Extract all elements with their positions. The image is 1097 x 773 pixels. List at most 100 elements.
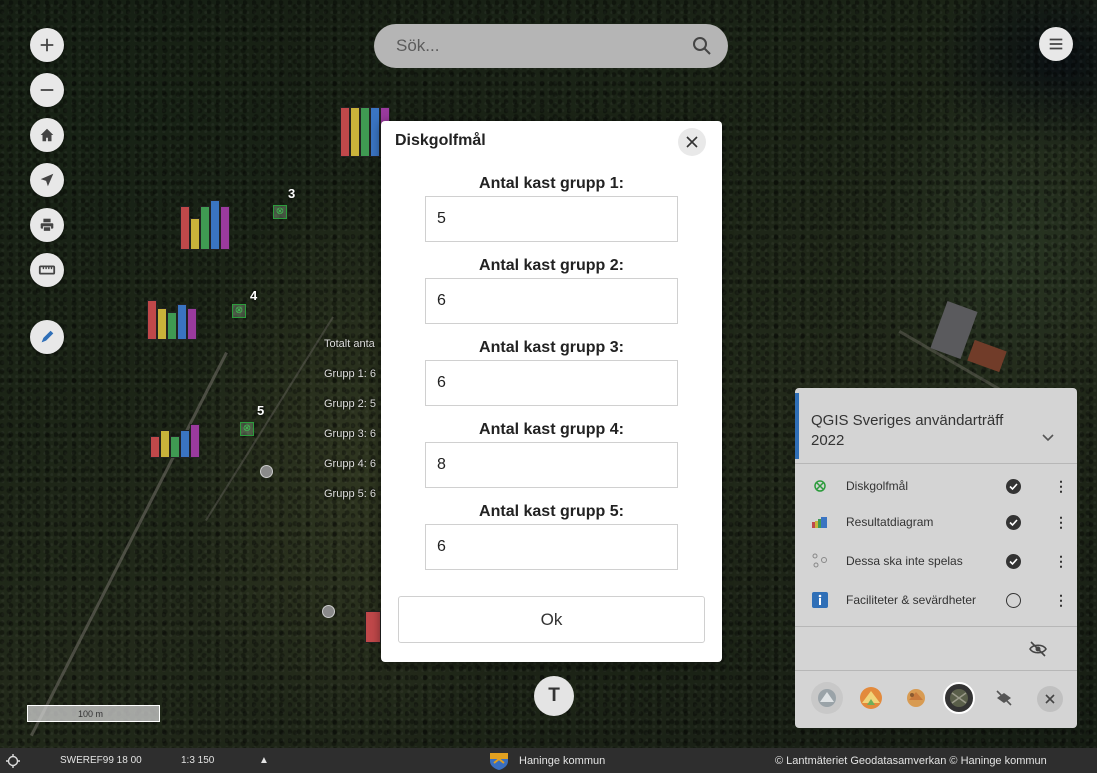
throws-group-3-input[interactable] [425, 360, 678, 406]
projection-label[interactable]: SWEREF99 18 00 [60, 748, 142, 773]
visibility-checked-icon[interactable] [1006, 514, 1021, 530]
draw-button[interactable] [30, 320, 64, 354]
background-map-switcher [795, 672, 1077, 728]
throws-group-2-input[interactable] [425, 278, 678, 324]
layer-options-icon[interactable]: ⋮ [1054, 592, 1068, 609]
locate-button[interactable] [30, 163, 64, 197]
chevron-down-icon[interactable] [1041, 430, 1055, 444]
hole-number: 4 [250, 288, 258, 303]
text-tool-button[interactable]: T [534, 676, 574, 716]
close-dialog-button[interactable] [678, 128, 706, 156]
inactive-target-icon[interactable] [260, 465, 273, 478]
info-icon [812, 592, 828, 608]
chart-bar [365, 611, 381, 643]
search-bar[interactable] [374, 24, 728, 68]
disc-golf-target-icon[interactable]: ⊗ [232, 304, 246, 318]
scale-bar: 100 m [27, 705, 160, 722]
map-scale-label[interactable]: 1:3 150 [181, 748, 214, 773]
chart-bar [190, 424, 200, 458]
layer-options-icon[interactable]: ⋮ [1054, 478, 1068, 495]
chart-bar [160, 430, 170, 458]
close-panel-button[interactable] [1037, 686, 1063, 712]
chart-bar [340, 107, 350, 157]
layer-name: Faciliteter & sevärdheter [846, 593, 977, 607]
measure-button[interactable] [30, 253, 64, 287]
disc-golf-target-icon[interactable]: ⊗ [240, 422, 254, 436]
background-map-color-icon[interactable] [855, 682, 887, 714]
zoom-out-icon [40, 89, 54, 91]
disc-golf-target-icon[interactable]: ⊗ [273, 205, 287, 219]
main-menu-button[interactable] [1039, 27, 1073, 61]
chart-bar [150, 436, 160, 458]
throws-group-4-input[interactable] [425, 442, 678, 488]
close-icon [686, 136, 698, 148]
background-map-orthophoto-icon[interactable] [943, 682, 975, 714]
layer-options-icon[interactable]: ⋮ [1054, 553, 1068, 570]
visibility-checked-icon[interactable] [1006, 478, 1021, 494]
visibility-checked-icon[interactable] [1006, 553, 1021, 569]
ok-button[interactable]: Ok [398, 596, 705, 643]
expand-status-icon[interactable]: ▲ [259, 748, 269, 773]
search-icon[interactable] [692, 36, 712, 56]
result-chart-marker[interactable] [180, 200, 230, 250]
inactive-targets-icon [812, 553, 828, 569]
home-button[interactable] [30, 118, 64, 152]
chart-bar [180, 206, 190, 250]
result-chart-marker[interactable] [150, 424, 200, 458]
chart-bar [200, 206, 210, 250]
coat-of-arms-icon [490, 752, 508, 770]
field-label-group-3: Antal kast grupp 3: [479, 339, 624, 356]
attribution-text: © Lantmäteriet Geodatasamverkan © Haning… [775, 754, 1047, 767]
result-chart-marker[interactable] [147, 300, 197, 340]
municipality-name[interactable]: Haninge kommun [519, 748, 605, 773]
layer-options-icon[interactable]: ⋮ [1054, 514, 1068, 531]
chart-bar [157, 308, 167, 340]
zoom-out-button[interactable] [30, 73, 64, 107]
close-icon [1045, 694, 1055, 704]
zoom-in-icon [40, 38, 54, 52]
background-map-grey-icon[interactable] [811, 682, 843, 714]
chart-bar [210, 200, 220, 250]
zoom-in-button[interactable] [30, 28, 64, 62]
layer-group-header[interactable]: QGIS Sveriges användarträff 2022 [795, 388, 1077, 463]
inactive-target-icon[interactable] [322, 605, 335, 618]
background-map-historic-icon[interactable] [900, 682, 932, 714]
result-label: Grupp 2: 5 [324, 398, 376, 410]
hide-all-layers-icon[interactable] [1028, 640, 1048, 658]
hamburger-icon [1049, 38, 1063, 50]
throws-group-1-input[interactable] [425, 196, 678, 242]
chart-bar [190, 218, 200, 250]
layer-row[interactable]: Resultatdiagram ⋮ [795, 504, 1077, 540]
search-input[interactable] [394, 35, 692, 57]
background-map-none-icon[interactable] [988, 682, 1020, 714]
locate-icon [40, 173, 54, 187]
result-label: Grupp 1: 6 [324, 368, 376, 380]
layer-row[interactable]: Faciliteter & sevärdheter ⋮ [795, 582, 1077, 618]
chart-bar [180, 430, 190, 458]
crosshair-icon[interactable] [6, 748, 20, 773]
bar-chart-icon [812, 514, 828, 530]
result-label: Grupp 3: 6 [324, 428, 376, 440]
hole-number: 3 [288, 186, 296, 201]
visibility-unchecked-icon[interactable] [1006, 592, 1021, 608]
divider [795, 626, 1077, 627]
scale-label: 100 m [78, 708, 104, 719]
result-label: Grupp 4: 6 [324, 458, 376, 470]
chart-bar [177, 304, 187, 340]
chart-bar [350, 107, 360, 157]
dialog-title: Diskgolfmål [395, 132, 486, 149]
layer-group-title: QGIS Sveriges användarträff 2022 [811, 412, 1004, 449]
layer-row[interactable]: Dessa ska inte spelas ⋮ [795, 543, 1077, 579]
throws-group-5-input[interactable] [425, 524, 678, 570]
chart-bar [170, 436, 180, 458]
measure-icon [38, 265, 56, 275]
divider [795, 670, 1077, 671]
chart-bar [187, 308, 197, 340]
status-bar: SWEREF99 18 00 1:3 150 ▲ Haninge kommun … [0, 748, 1097, 773]
home-icon [40, 128, 54, 142]
print-button[interactable] [30, 208, 64, 242]
layer-row[interactable]: Diskgolfmål ⋮ [795, 468, 1077, 504]
chart-bar [167, 312, 177, 340]
hole-number: 5 [257, 403, 265, 418]
chart-bar [370, 107, 380, 157]
